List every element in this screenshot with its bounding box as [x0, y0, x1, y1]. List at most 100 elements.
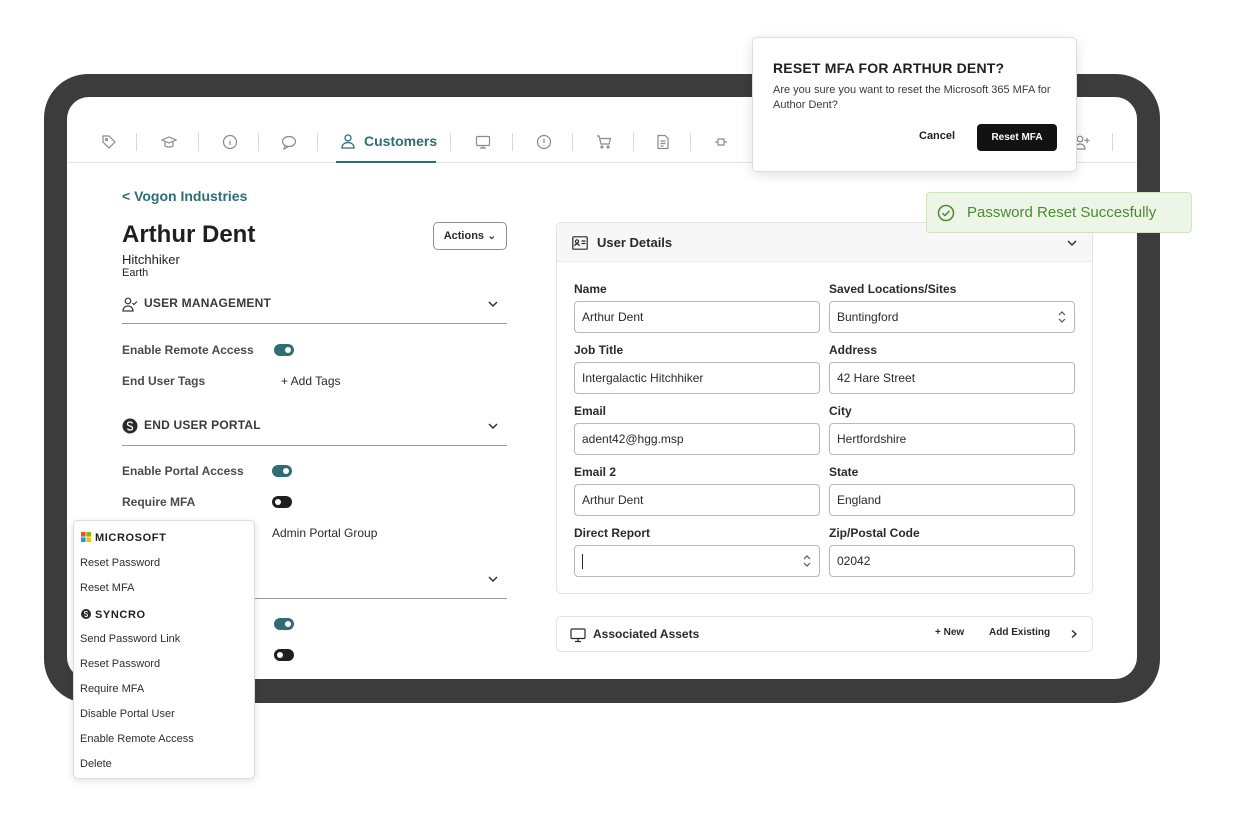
email2-field[interactable]: Arthur Dent [574, 484, 820, 516]
menu-item-syncro-reset-password[interactable]: Reset Password [80, 658, 160, 670]
address-label: Address [829, 343, 878, 357]
zip-label: Zip/Postal Code [829, 526, 920, 540]
document-icon[interactable] [655, 134, 671, 150]
add-existing-button[interactable]: Add Existing [989, 627, 1050, 638]
section-toggle-off[interactable] [274, 649, 294, 661]
associated-assets-bar[interactable]: Associated Assets + New Add Existing [556, 616, 1093, 652]
user-check-icon [122, 296, 138, 312]
menu-item-enable-remote-access[interactable]: Enable Remote Access [80, 733, 194, 745]
tab-customers[interactable]: Customers [336, 131, 438, 163]
select-spinner-icon [1058, 311, 1066, 323]
end-user-tags-label: End User Tags [122, 374, 206, 388]
menu-item-delete[interactable]: Delete [80, 758, 112, 770]
saved-locations-value: Buntingford [837, 310, 899, 324]
menu-item-require-mfa[interactable]: Require MFA [80, 683, 144, 695]
email2-label: Email 2 [574, 465, 617, 479]
actions-button[interactable]: Actions ⌄ [433, 222, 507, 250]
nav-divider [690, 133, 691, 151]
toast-message: Password Reset Succesfully [967, 204, 1157, 221]
name-label: Name [574, 282, 607, 296]
city-field[interactable]: Hertfordshire [829, 423, 1075, 455]
chat-icon[interactable] [281, 134, 297, 150]
portal-group-value: Admin Portal Group [272, 526, 378, 540]
chevron-right-icon[interactable] [1069, 629, 1079, 639]
menu-group-label: SYNCRO [95, 609, 146, 621]
add-tags-link[interactable]: + Add Tags [281, 374, 341, 388]
state-label: State [829, 465, 859, 479]
dialog-body: Are you sure you want to reset the Micro… [773, 84, 1051, 111]
section-toggle-on[interactable] [274, 618, 294, 630]
menu-item-send-password-link[interactable]: Send Password Link [80, 633, 180, 645]
chevron-down-icon[interactable] [1066, 237, 1078, 249]
nav-divider [258, 133, 259, 151]
customers-icon [340, 133, 356, 149]
require-mfa-toggle[interactable] [272, 496, 292, 508]
state-field[interactable]: England [829, 484, 1075, 516]
nav-divider [136, 133, 137, 151]
nav-divider [633, 133, 634, 151]
info-icon[interactable] [222, 134, 238, 150]
section-title: END USER PORTAL [144, 418, 261, 432]
nav-divider [572, 133, 573, 151]
email-field[interactable]: adent42@hgg.msp [574, 423, 820, 455]
menu-group-syncro: SYNCRO [81, 609, 146, 621]
cart-icon[interactable] [596, 134, 612, 150]
menu-item-disable-portal-user[interactable]: Disable Portal User [80, 708, 175, 720]
email-label: Email [574, 404, 607, 418]
nav-divider [512, 133, 513, 151]
assets-title: Associated Assets [593, 627, 700, 641]
require-mfa-label: Require MFA [122, 495, 196, 509]
cancel-button[interactable]: Cancel [919, 130, 955, 142]
page-title: Arthur Dent [122, 221, 256, 248]
user-title: Hitchhiker [122, 252, 180, 267]
enable-portal-access-toggle[interactable] [272, 465, 292, 477]
alert-icon[interactable] [536, 134, 552, 150]
dialog-title: RESET MFA FOR ARTHUR DENT? [773, 60, 1005, 76]
check-circle-icon [937, 204, 955, 222]
address-field[interactable]: 42 Hare Street [829, 362, 1075, 394]
direct-report-select[interactable] [574, 545, 820, 577]
reset-mfa-dialog: RESET MFA FOR ARTHUR DENT? Are you sure … [752, 37, 1077, 172]
nav-divider [1112, 133, 1113, 151]
city-label: City [829, 404, 852, 418]
direct-report-label: Direct Report [574, 526, 651, 540]
id-card-icon [572, 236, 588, 250]
graduation-cap-icon[interactable] [161, 134, 177, 150]
user-location: Earth [122, 267, 149, 279]
monitor-icon [570, 627, 586, 643]
breadcrumb-back-link[interactable]: < Vogon Industries [122, 188, 247, 204]
microsoft-logo-icon [81, 532, 91, 542]
menu-item-ms-reset-mfa[interactable]: Reset MFA [80, 582, 134, 594]
menu-item-ms-reset-password[interactable]: Reset Password [80, 557, 160, 569]
menu-group-microsoft: MICROSOFT [81, 532, 166, 544]
enable-portal-access-label: Enable Portal Access [122, 464, 244, 478]
nav-divider [198, 133, 199, 151]
nav-divider [317, 133, 318, 151]
syncro-logo-icon [81, 609, 91, 619]
end-user-portal-section-header[interactable]: END USER PORTAL [122, 417, 507, 446]
success-toast: Password Reset Succesfully [926, 192, 1192, 233]
section-title: USER MANAGEMENT [144, 296, 272, 310]
chevron-down-icon[interactable] [487, 573, 499, 585]
select-spinner-icon [803, 555, 811, 567]
chevron-down-icon[interactable] [487, 420, 499, 432]
new-asset-button[interactable]: + New [935, 627, 964, 638]
plug-icon[interactable] [713, 134, 729, 150]
name-field[interactable]: Arthur Dent [574, 301, 820, 333]
saved-locations-select[interactable]: Buntingford [829, 301, 1075, 333]
enable-remote-access-label: Enable Remote Access [122, 343, 254, 357]
zip-field[interactable]: 02042 [829, 545, 1075, 577]
user-management-section-header[interactable]: USER MANAGEMENT [122, 295, 507, 324]
menu-group-label: MICROSOFT [95, 532, 167, 544]
chevron-down-icon[interactable] [487, 298, 499, 310]
card-title: User Details [597, 235, 673, 250]
tab-label: Customers [364, 133, 438, 149]
job-title-field[interactable]: Intergalactic Hitchhiker [574, 362, 820, 394]
syncro-logo-icon [122, 418, 138, 434]
reset-mfa-button[interactable]: Reset MFA [977, 124, 1057, 151]
monitor-icon[interactable] [475, 134, 491, 150]
job-title-label: Job Title [574, 343, 624, 357]
enable-remote-access-toggle[interactable] [274, 344, 294, 356]
user-details-card: User Details Name Arthur Dent Saved Loca… [556, 222, 1093, 594]
tag-icon[interactable] [101, 134, 117, 150]
